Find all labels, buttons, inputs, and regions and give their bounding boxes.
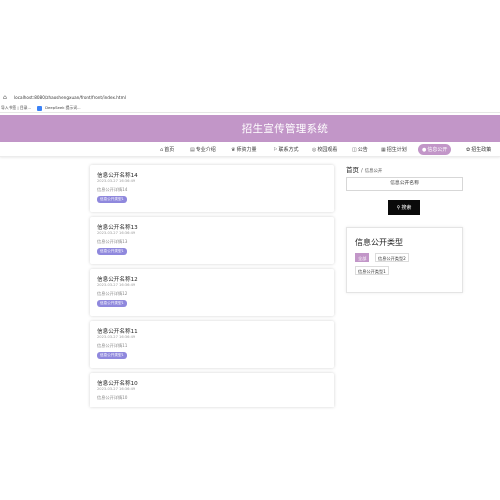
breadcrumb-separator: / bbox=[361, 168, 363, 174]
category-option-all[interactable]: 全部 bbox=[355, 253, 370, 262]
item-date: 2023-03-27 16:36:49 bbox=[97, 387, 136, 391]
category-option[interactable]: 信息公开类型2 bbox=[375, 253, 409, 262]
search-button[interactable]: ⚲ 搜索 bbox=[388, 200, 420, 215]
item-type-badge: 信息公开类型1 bbox=[97, 352, 127, 359]
site-header: 招生宣传管理系统 bbox=[0, 115, 500, 142]
breadcrumb-home[interactable]: 首页 bbox=[346, 164, 359, 174]
item-summary: 信息公开详情12 bbox=[97, 291, 128, 296]
flag-icon: ⚐ bbox=[273, 146, 278, 153]
item-title: 信息公开名称12 bbox=[97, 277, 138, 283]
item-type-badge: 信息公开类型1 bbox=[97, 248, 127, 255]
category-title: 信息公开类型 bbox=[355, 238, 403, 247]
item-summary: 信息公开详情11 bbox=[97, 343, 128, 348]
list-item[interactable]: 信息公开名称12 2023-03-27 16:36:49 信息公开详情12 信息… bbox=[90, 269, 334, 316]
nav-enroll-policy[interactable]: ✿ 招生政策 bbox=[466, 144, 491, 155]
item-date: 2023-03-27 16:36:49 bbox=[97, 283, 136, 287]
site-info-icon[interactable]: ⌂ bbox=[3, 94, 10, 101]
category-option[interactable]: 信息公开类型1 bbox=[355, 266, 389, 275]
item-date: 2023-03-27 16:36:49 bbox=[97, 335, 136, 339]
item-summary: 信息公开详情10 bbox=[97, 395, 128, 400]
nav-home[interactable]: ⌂ 首页 bbox=[160, 144, 174, 155]
nav-enroll-plan[interactable]: ▦ 招生计划 bbox=[381, 144, 407, 155]
bookmark-favicon-icon bbox=[37, 105, 43, 111]
search-input[interactable]: 信息公开名称 bbox=[346, 177, 463, 191]
page: ⌂ localhost:8080/zhaoshengxuan/front/fro… bbox=[0, 0, 500, 500]
calendar-icon: ▦ bbox=[381, 146, 386, 153]
category-panel: 信息公开类型 全部 信息公开类型2 信息公开类型1 bbox=[346, 227, 463, 293]
info-icon: ● bbox=[422, 146, 427, 153]
item-date: 2023-03-27 16:36:49 bbox=[97, 179, 136, 183]
item-summary: 信息公开详情13 bbox=[97, 239, 128, 244]
bookmarks-bar: 导入书签 | 目录... DeepSeek 提示词... bbox=[0, 104, 500, 113]
item-type-badge: 信息公开类型1 bbox=[97, 300, 127, 307]
nav-major-intro[interactable]: ▤ 专业介绍 bbox=[190, 144, 216, 155]
item-title: 信息公开名称11 bbox=[97, 329, 138, 335]
browser-address-bar: ⌂ localhost:8080/zhaoshengxuan/front/fro… bbox=[0, 92, 500, 102]
nav-school-view[interactable]: ◎ 校园观看 bbox=[312, 144, 337, 155]
list-item[interactable]: 信息公开名称10 2023-03-27 16:36:49 信息公开详情10 bbox=[90, 373, 334, 407]
main-nav: ⌂ 首页 ▤ 专业介绍 ♛ 师资力量 ⚐ 联系方式 ◎ 校园观看 ◫ 公告 ▦ 招生计划 ● 信… bbox=[0, 142, 500, 157]
breadcrumb-current: 信息公开 bbox=[364, 169, 383, 174]
bookmark-import[interactable]: 导入书签 | 目录... bbox=[1, 105, 31, 111]
globe-icon: ◎ bbox=[312, 146, 317, 153]
item-type-badge: 信息公开类型1 bbox=[97, 196, 127, 203]
item-title: 信息公开名称14 bbox=[97, 173, 138, 179]
nav-info-public[interactable]: ● 信息公开 bbox=[418, 144, 452, 155]
nav-contact[interactable]: ⚐ 联系方式 bbox=[273, 144, 299, 155]
list-item[interactable]: 信息公开名称11 2023-03-27 16:36:49 信息公开详情11 信息… bbox=[90, 321, 334, 368]
item-date: 2023-03-27 16:36:49 bbox=[97, 231, 136, 235]
home-icon: ⌂ bbox=[160, 146, 164, 153]
nav-announcement[interactable]: ◫ 公告 bbox=[352, 144, 368, 155]
breadcrumb: 首页 / 信息公开 bbox=[346, 164, 382, 174]
item-title: 信息公开名称13 bbox=[97, 225, 138, 231]
bookmark-item[interactable]: DeepSeek 提示词... bbox=[45, 105, 81, 111]
search-icon: ⚲ bbox=[396, 204, 401, 211]
site-title: 招生宣传管理系统 bbox=[241, 123, 329, 135]
policy-icon: ✿ bbox=[466, 146, 471, 153]
list-item[interactable]: 信息公开名称13 2023-03-27 16:36:49 信息公开详情13 信息… bbox=[90, 217, 334, 264]
list-item[interactable]: 信息公开名称14 2023-03-27 16:36:49 信息公开详情14 信息… bbox=[90, 165, 334, 212]
announce-icon: ◫ bbox=[352, 146, 357, 153]
item-title: 信息公开名称10 bbox=[97, 381, 138, 387]
item-summary: 信息公开详情14 bbox=[97, 187, 128, 192]
nav-faculty[interactable]: ♛ 师资力量 bbox=[231, 144, 257, 155]
url-text[interactable]: localhost:8080/zhaoshengxuan/front/front… bbox=[14, 95, 126, 100]
book-icon: ▤ bbox=[190, 146, 195, 153]
faculty-icon: ♛ bbox=[231, 146, 236, 153]
